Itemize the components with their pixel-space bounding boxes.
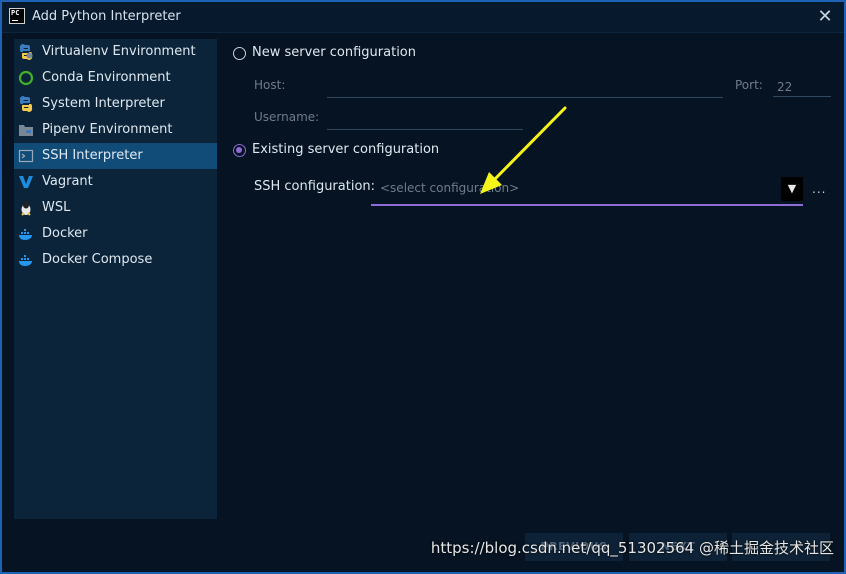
more-options-button[interactable]: ...	[812, 182, 826, 196]
port-input[interactable]: 22	[773, 77, 831, 97]
python-icon	[19, 96, 33, 112]
sidebar-item-pipenv[interactable]: Pipenv Environment	[14, 117, 217, 143]
pycharm-app-icon: PC	[9, 8, 25, 24]
ssh-icon	[18, 149, 34, 163]
new-server-label: New server configuration	[252, 45, 417, 60]
docker-icon	[19, 229, 32, 240]
interpreter-type-list: Virtualenv Environment Conda Environment…	[14, 39, 217, 519]
pipenv-icon	[19, 125, 33, 136]
host-label: Host:	[254, 78, 286, 92]
sidebar-item-docker[interactable]: Docker	[14, 221, 217, 247]
username-label: Username:	[254, 110, 320, 124]
ssh-config-placeholder: <select configuration>	[380, 181, 520, 195]
dropdown-arrow-icon[interactable]: ▼	[781, 177, 803, 201]
port-label: Port:	[735, 78, 763, 92]
python-venv-icon	[19, 44, 33, 60]
sidebar-item-docker-compose[interactable]: Docker Compose	[14, 247, 217, 273]
sidebar-item-ssh[interactable]: SSH Interpreter	[14, 143, 217, 169]
close-icon: ✕	[817, 6, 833, 27]
sidebar-item-conda[interactable]: Conda Environment	[14, 65, 217, 91]
ssh-config-label: SSH configuration:	[254, 179, 376, 194]
close-button[interactable]: ✕	[812, 4, 838, 30]
window-title: Add Python Interpreter	[32, 9, 181, 24]
sidebar-item-system[interactable]: System Interpreter	[14, 91, 217, 117]
existing-server-radio[interactable]	[233, 144, 246, 157]
existing-server-label: Existing server configuration	[252, 142, 440, 157]
linux-penguin-icon	[21, 201, 31, 216]
sidebar-item-vagrant[interactable]: Vagrant	[14, 169, 217, 195]
dialog-window: PC Add Python Interpreter ✕ Virtualenv E…	[2, 2, 844, 572]
new-server-radio[interactable]	[233, 47, 246, 60]
username-input[interactable]	[327, 109, 523, 130]
title-bar: PC Add Python Interpreter ✕	[2, 2, 844, 33]
sidebar-item-wsl[interactable]: WSL	[14, 195, 217, 221]
sidebar-item-virtualenv[interactable]: Virtualenv Environment	[14, 39, 217, 65]
vagrant-icon	[19, 176, 33, 188]
docker-compose-icon	[19, 255, 32, 266]
watermark-text: https://blog.csdn.net/qq_51302564 @稀土掘金技…	[430, 539, 834, 557]
ssh-config-select[interactable]: <select configuration> ▼	[371, 174, 803, 206]
conda-icon	[18, 70, 34, 86]
host-input[interactable]	[327, 77, 723, 98]
